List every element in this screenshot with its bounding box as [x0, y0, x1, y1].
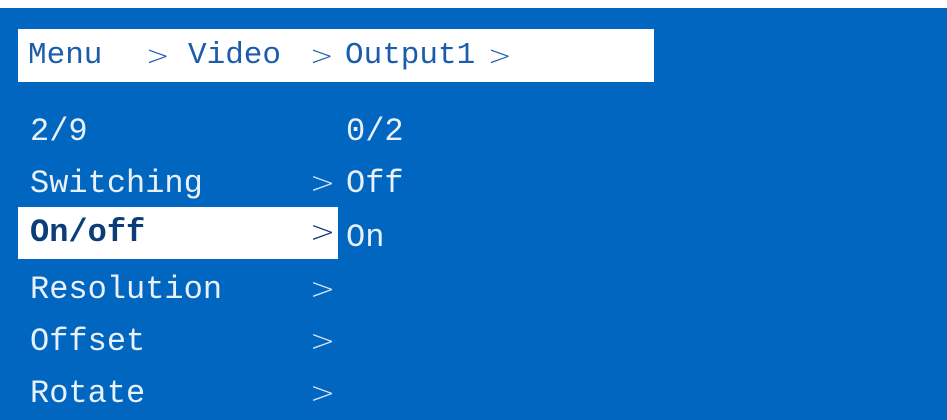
- breadcrumb-item-video[interactable]: Video: [188, 29, 281, 82]
- chevron-right-icon: >: [310, 39, 334, 72]
- breadcrumb-item-output1[interactable]: Output1: [345, 29, 475, 82]
- top-border-gap: [0, 8, 947, 11]
- menu-item-resolution[interactable]: Resolution >: [18, 264, 338, 316]
- menu-item-label: Resolution: [30, 271, 223, 308]
- breadcrumb-item-menu[interactable]: Menu: [28, 29, 102, 82]
- menu-item-label: On/off: [30, 214, 146, 251]
- chevron-right-icon: >: [488, 39, 512, 72]
- chevron-right-icon: >: [310, 166, 336, 201]
- submenu-option-on[interactable]: On: [346, 212, 466, 264]
- chevron-right-icon: >: [310, 272, 336, 307]
- chevron-right-icon: >: [310, 324, 336, 359]
- breadcrumb: Menu > Video > Output1 >: [18, 29, 654, 82]
- chevron-right-icon: >: [310, 215, 336, 250]
- menu-item-label: Switching: [30, 165, 203, 202]
- menu-item-label: Rotate: [30, 375, 146, 412]
- menu-item-switching[interactable]: Switching >: [18, 158, 338, 210]
- menu-item-label: Offset: [30, 323, 146, 360]
- menu-item-on-off[interactable]: On/off >: [18, 207, 338, 259]
- top-border: [0, 0, 947, 8]
- menu-position-counter: 2/9: [30, 113, 88, 150]
- submenu-position-counter: 0/2: [346, 113, 404, 150]
- menu-item-rotate[interactable]: Rotate >: [18, 368, 338, 420]
- submenu-option-off[interactable]: Off: [346, 158, 466, 210]
- chevron-right-icon: >: [310, 376, 336, 411]
- chevron-right-icon: >: [146, 39, 170, 72]
- menu-item-offset[interactable]: Offset >: [18, 316, 338, 368]
